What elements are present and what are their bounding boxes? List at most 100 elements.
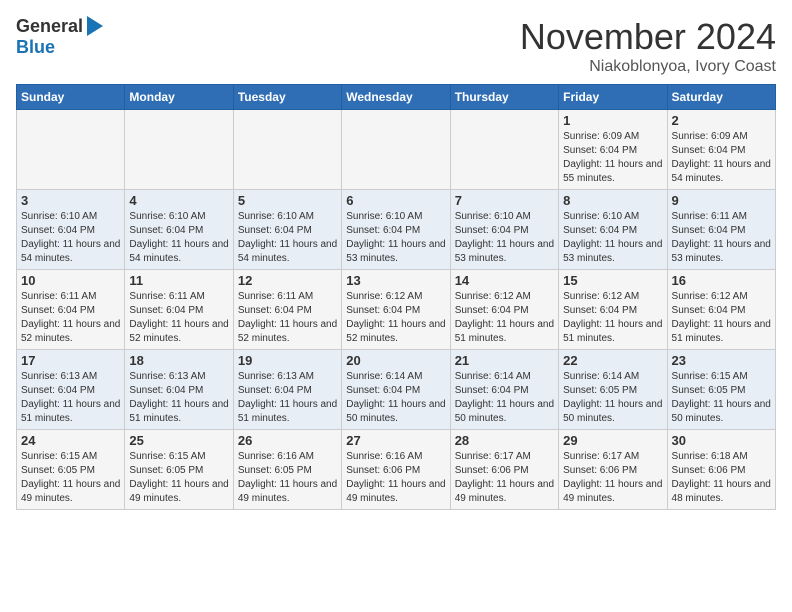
calendar-body: 1 Sunrise: 6:09 AM Sunset: 6:04 PM Daylig… — [17, 110, 776, 510]
day-number: 19 — [238, 353, 337, 368]
day-info: Sunrise: 6:13 AM Sunset: 6:04 PM Dayligh… — [238, 370, 337, 426]
day-number: 7 — [455, 193, 554, 208]
calendar-week-row: 17 Sunrise: 6:13 AM Sunset: 6:04 PM Dayli… — [17, 350, 776, 430]
day-number: 12 — [238, 273, 337, 288]
day-info: Sunrise: 6:14 AM Sunset: 6:04 PM Dayligh… — [346, 370, 445, 426]
day-number: 17 — [21, 353, 120, 368]
calendar-day-cell: 8 Sunrise: 6:10 AM Sunset: 6:04 PM Daylig… — [559, 190, 667, 270]
day-info: Sunrise: 6:17 AM Sunset: 6:06 PM Dayligh… — [563, 450, 662, 506]
day-of-week-header: Monday — [125, 85, 233, 110]
day-info: Sunrise: 6:14 AM Sunset: 6:05 PM Dayligh… — [563, 370, 662, 426]
day-info: Sunrise: 6:10 AM Sunset: 6:04 PM Dayligh… — [346, 210, 445, 266]
calendar-day-cell: 6 Sunrise: 6:10 AM Sunset: 6:04 PM Daylig… — [342, 190, 450, 270]
logo-blue-text: Blue — [16, 37, 55, 58]
calendar-day-cell: 12Sunrise: 6:11 AM Sunset: 6:04 PM Dayli… — [233, 270, 341, 350]
day-number: 2 — [672, 113, 771, 128]
day-of-week-header: Sunday — [17, 85, 125, 110]
day-info: Sunrise: 6:12 AM Sunset: 6:04 PM Dayligh… — [455, 290, 554, 346]
day-number: 1 — [563, 113, 662, 128]
day-number: 11 — [129, 273, 228, 288]
day-of-week-header: Saturday — [667, 85, 775, 110]
calendar-day-cell: 26 Sunrise: 6:16 AM Sunset: 6:05 PM Dayli… — [233, 430, 341, 510]
day-info: Sunrise: 6:09 AM Sunset: 6:04 PM Dayligh… — [672, 130, 771, 186]
day-of-week-header: Friday — [559, 85, 667, 110]
calendar-day-cell: 19 Sunrise: 6:13 AM Sunset: 6:04 PM Dayli… — [233, 350, 341, 430]
day-number: 4 — [129, 193, 228, 208]
day-info: Sunrise: 6:13 AM Sunset: 6:04 PM Dayligh… — [129, 370, 228, 426]
day-number: 13 — [346, 273, 445, 288]
calendar-week-row: 10 Sunrise: 6:11 AM Sunset: 6:04 PM Dayli… — [17, 270, 776, 350]
day-number: 23 — [672, 353, 771, 368]
day-number: 26 — [238, 433, 337, 448]
day-info: Sunrise: 6:10 AM Sunset: 6:04 PM Dayligh… — [129, 210, 228, 266]
day-info: Sunrise: 6:12 AM Sunset: 6:04 PM Dayligh… — [563, 290, 662, 346]
calendar-day-cell: 10 Sunrise: 6:11 AM Sunset: 6:04 PM Dayli… — [17, 270, 125, 350]
day-info: Sunrise: 6:13 AM Sunset: 6:04 PM Dayligh… — [21, 370, 120, 426]
day-info: Sunrise: 6:15 AM Sunset: 6:05 PM Dayligh… — [21, 450, 120, 506]
day-info: Sunrise: 6:16 AM Sunset: 6:06 PM Dayligh… — [346, 450, 445, 506]
day-number: 6 — [346, 193, 445, 208]
calendar-day-cell: 4 Sunrise: 6:10 AM Sunset: 6:04 PM Daylig… — [125, 190, 233, 270]
calendar-day-cell: 25Sunrise: 6:15 AM Sunset: 6:05 PM Dayli… — [125, 430, 233, 510]
calendar-day-cell: 23 Sunrise: 6:15 AM Sunset: 6:05 PM Dayli… — [667, 350, 775, 430]
calendar-day-cell: 5Sunrise: 6:10 AM Sunset: 6:04 PM Daylig… — [233, 190, 341, 270]
calendar-day-cell: 1 Sunrise: 6:09 AM Sunset: 6:04 PM Daylig… — [559, 110, 667, 190]
month-title: November 2024 — [520, 16, 776, 58]
calendar-day-cell: 24 Sunrise: 6:15 AM Sunset: 6:05 PM Dayli… — [17, 430, 125, 510]
logo: General Blue — [16, 16, 103, 58]
day-number: 24 — [21, 433, 120, 448]
day-info: Sunrise: 6:10 AM Sunset: 6:04 PM Dayligh… — [455, 210, 554, 266]
day-info: Sunrise: 6:11 AM Sunset: 6:04 PM Dayligh… — [672, 210, 771, 266]
day-number: 22 — [563, 353, 662, 368]
day-info: Sunrise: 6:17 AM Sunset: 6:06 PM Dayligh… — [455, 450, 554, 506]
day-number: 15 — [563, 273, 662, 288]
calendar-day-cell: 14 Sunrise: 6:12 AM Sunset: 6:04 PM Dayli… — [450, 270, 558, 350]
day-number: 21 — [455, 353, 554, 368]
logo-arrow-icon — [87, 16, 103, 36]
day-info: Sunrise: 6:12 AM Sunset: 6:04 PM Dayligh… — [672, 290, 771, 346]
calendar-day-cell — [450, 110, 558, 190]
day-number: 10 — [21, 273, 120, 288]
location-text: Niakoblonyoa, Ivory Coast — [520, 58, 776, 76]
title-block: November 2024 Niakoblonyoa, Ivory Coast — [520, 16, 776, 76]
day-info: Sunrise: 6:15 AM Sunset: 6:05 PM Dayligh… — [672, 370, 771, 426]
day-number: 5 — [238, 193, 337, 208]
calendar-week-row: 1 Sunrise: 6:09 AM Sunset: 6:04 PM Daylig… — [17, 110, 776, 190]
day-number: 27 — [346, 433, 445, 448]
calendar-day-cell: 3Sunrise: 6:10 AM Sunset: 6:04 PM Daylig… — [17, 190, 125, 270]
calendar-header: SundayMondayTuesdayWednesdayThursdayFrid… — [17, 85, 776, 110]
calendar-day-cell: 17 Sunrise: 6:13 AM Sunset: 6:04 PM Dayli… — [17, 350, 125, 430]
calendar-day-cell: 9 Sunrise: 6:11 AM Sunset: 6:04 PM Daylig… — [667, 190, 775, 270]
day-number: 8 — [563, 193, 662, 208]
calendar-day-cell — [342, 110, 450, 190]
calendar-day-cell — [125, 110, 233, 190]
day-info: Sunrise: 6:14 AM Sunset: 6:04 PM Dayligh… — [455, 370, 554, 426]
day-of-week-header: Thursday — [450, 85, 558, 110]
day-number: 9 — [672, 193, 771, 208]
page-header: General Blue November 2024 Niakoblonyoa,… — [16, 16, 776, 76]
day-info: Sunrise: 6:09 AM Sunset: 6:04 PM Dayligh… — [563, 130, 662, 186]
day-of-week-header: Wednesday — [342, 85, 450, 110]
calendar-table: SundayMondayTuesdayWednesdayThursdayFrid… — [16, 84, 776, 510]
calendar-day-cell: 21 Sunrise: 6:14 AM Sunset: 6:04 PM Dayli… — [450, 350, 558, 430]
day-number: 20 — [346, 353, 445, 368]
day-info: Sunrise: 6:11 AM Sunset: 6:04 PM Dayligh… — [21, 290, 120, 346]
day-info: Sunrise: 6:18 AM Sunset: 6:06 PM Dayligh… — [672, 450, 771, 506]
calendar-day-cell: 2 Sunrise: 6:09 AM Sunset: 6:04 PM Daylig… — [667, 110, 775, 190]
calendar-week-row: 3Sunrise: 6:10 AM Sunset: 6:04 PM Daylig… — [17, 190, 776, 270]
day-number: 18 — [129, 353, 228, 368]
day-info: Sunrise: 6:10 AM Sunset: 6:04 PM Dayligh… — [563, 210, 662, 266]
calendar-day-cell: 15 Sunrise: 6:12 AM Sunset: 6:04 PM Dayli… — [559, 270, 667, 350]
day-number: 30 — [672, 433, 771, 448]
calendar-day-cell: 28 Sunrise: 6:17 AM Sunset: 6:06 PM Dayli… — [450, 430, 558, 510]
calendar-day-cell — [233, 110, 341, 190]
calendar-day-cell: 27 Sunrise: 6:16 AM Sunset: 6:06 PM Dayli… — [342, 430, 450, 510]
calendar-day-cell: 20 Sunrise: 6:14 AM Sunset: 6:04 PM Dayli… — [342, 350, 450, 430]
day-number: 14 — [455, 273, 554, 288]
day-number: 29 — [563, 433, 662, 448]
day-number: 16 — [672, 273, 771, 288]
day-number: 28 — [455, 433, 554, 448]
day-info: Sunrise: 6:15 AM Sunset: 6:05 PM Dayligh… — [129, 450, 228, 506]
day-info: Sunrise: 6:16 AM Sunset: 6:05 PM Dayligh… — [238, 450, 337, 506]
day-info: Sunrise: 6:11 AM Sunset: 6:04 PM Dayligh… — [129, 290, 228, 346]
